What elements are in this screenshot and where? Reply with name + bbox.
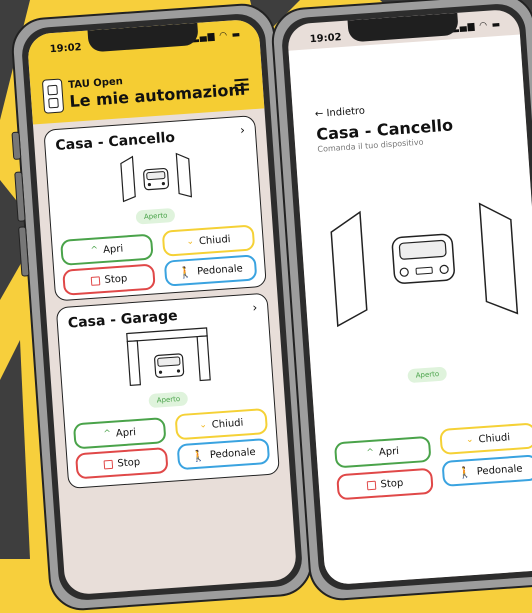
device-card-cancello[interactable]: Casa - Cancello › Aperto ^Apri ⌄Chiudi bbox=[43, 115, 267, 302]
chevron-up-icon: ^ bbox=[103, 428, 112, 440]
status-badge: Aperto bbox=[135, 207, 176, 225]
chevron-down-icon: ⌄ bbox=[198, 420, 208, 431]
status-time: 19:02 bbox=[309, 31, 342, 46]
stop-icon bbox=[103, 459, 113, 469]
chevron-down-icon: ⌄ bbox=[186, 236, 195, 248]
close-button[interactable]: ⌄ Chiudi bbox=[174, 407, 269, 441]
pedestrian-button[interactable]: 🚶 Pedonale bbox=[163, 254, 258, 287]
close-button[interactable]: ⌄ Chiudi bbox=[161, 224, 256, 257]
status-badge: Aperto bbox=[407, 366, 448, 384]
chevron-down-icon: ⌄ bbox=[465, 434, 474, 446]
stop-button[interactable]: Stop bbox=[75, 447, 169, 480]
phone-bezel: 19:02 ▂▄▆ ◠ ▬ TAU Open Le mie automazion… bbox=[20, 12, 304, 602]
chevron-up-icon: ^ bbox=[366, 447, 375, 459]
stop-button[interactable]: Stop bbox=[62, 263, 156, 296]
chevron-up-icon: ^ bbox=[90, 245, 99, 256]
phone-detail: 19:02 ▂▄▆ ◠ ▬ ← Indietro Casa - Cancello… bbox=[269, 0, 532, 603]
garage-illustration bbox=[126, 327, 211, 387]
mute-switch bbox=[11, 131, 22, 161]
hamburger-menu-icon[interactable] bbox=[234, 75, 250, 94]
device-card-garage[interactable]: Casa - Garage › Aperto ^ Apri ⌄ Chiudi S… bbox=[55, 292, 280, 489]
signal-wifi-battery-icon: ▂▄▆ ◠ ▬ bbox=[191, 29, 242, 44]
signal-wifi-battery-icon: ▂▄▆ ◠ ▬ bbox=[451, 19, 502, 34]
open-button[interactable]: ^ Apri bbox=[72, 417, 167, 450]
chevron-right-icon[interactable]: › bbox=[252, 300, 258, 314]
pedestrian-icon: 🚶 bbox=[190, 448, 206, 463]
phone-bezel: 19:02 ▂▄▆ ◠ ▬ ← Indietro Casa - Cancello… bbox=[280, 2, 532, 592]
detail-screen: 19:02 ▂▄▆ ◠ ▬ ← Indietro Casa - Cancello… bbox=[286, 8, 532, 586]
chevron-right-icon[interactable]: › bbox=[240, 123, 246, 137]
stop-icon bbox=[90, 275, 100, 286]
gate-illustration-large bbox=[330, 202, 519, 328]
pedestrian-button[interactable]: 🚶 Pedonale bbox=[176, 437, 271, 471]
stop-icon bbox=[366, 480, 376, 490]
pedestrian-icon: 🚶 bbox=[457, 465, 473, 480]
gate-illustration bbox=[120, 152, 193, 203]
status-time: 19:02 bbox=[49, 41, 82, 56]
arrow-left-icon: ← bbox=[314, 108, 324, 121]
pedestrian-icon: 🚶 bbox=[177, 265, 193, 280]
open-button[interactable]: ^ Apri bbox=[60, 233, 154, 266]
phone-list: 19:02 ▂▄▆ ◠ ▬ TAU Open Le mie automazion… bbox=[9, 1, 315, 613]
list-screen: 19:02 ▂▄▆ ◠ ▬ TAU Open Le mie automazion… bbox=[26, 18, 298, 596]
app-remote-icon bbox=[41, 78, 65, 114]
status-badge: Aperto bbox=[148, 391, 189, 409]
